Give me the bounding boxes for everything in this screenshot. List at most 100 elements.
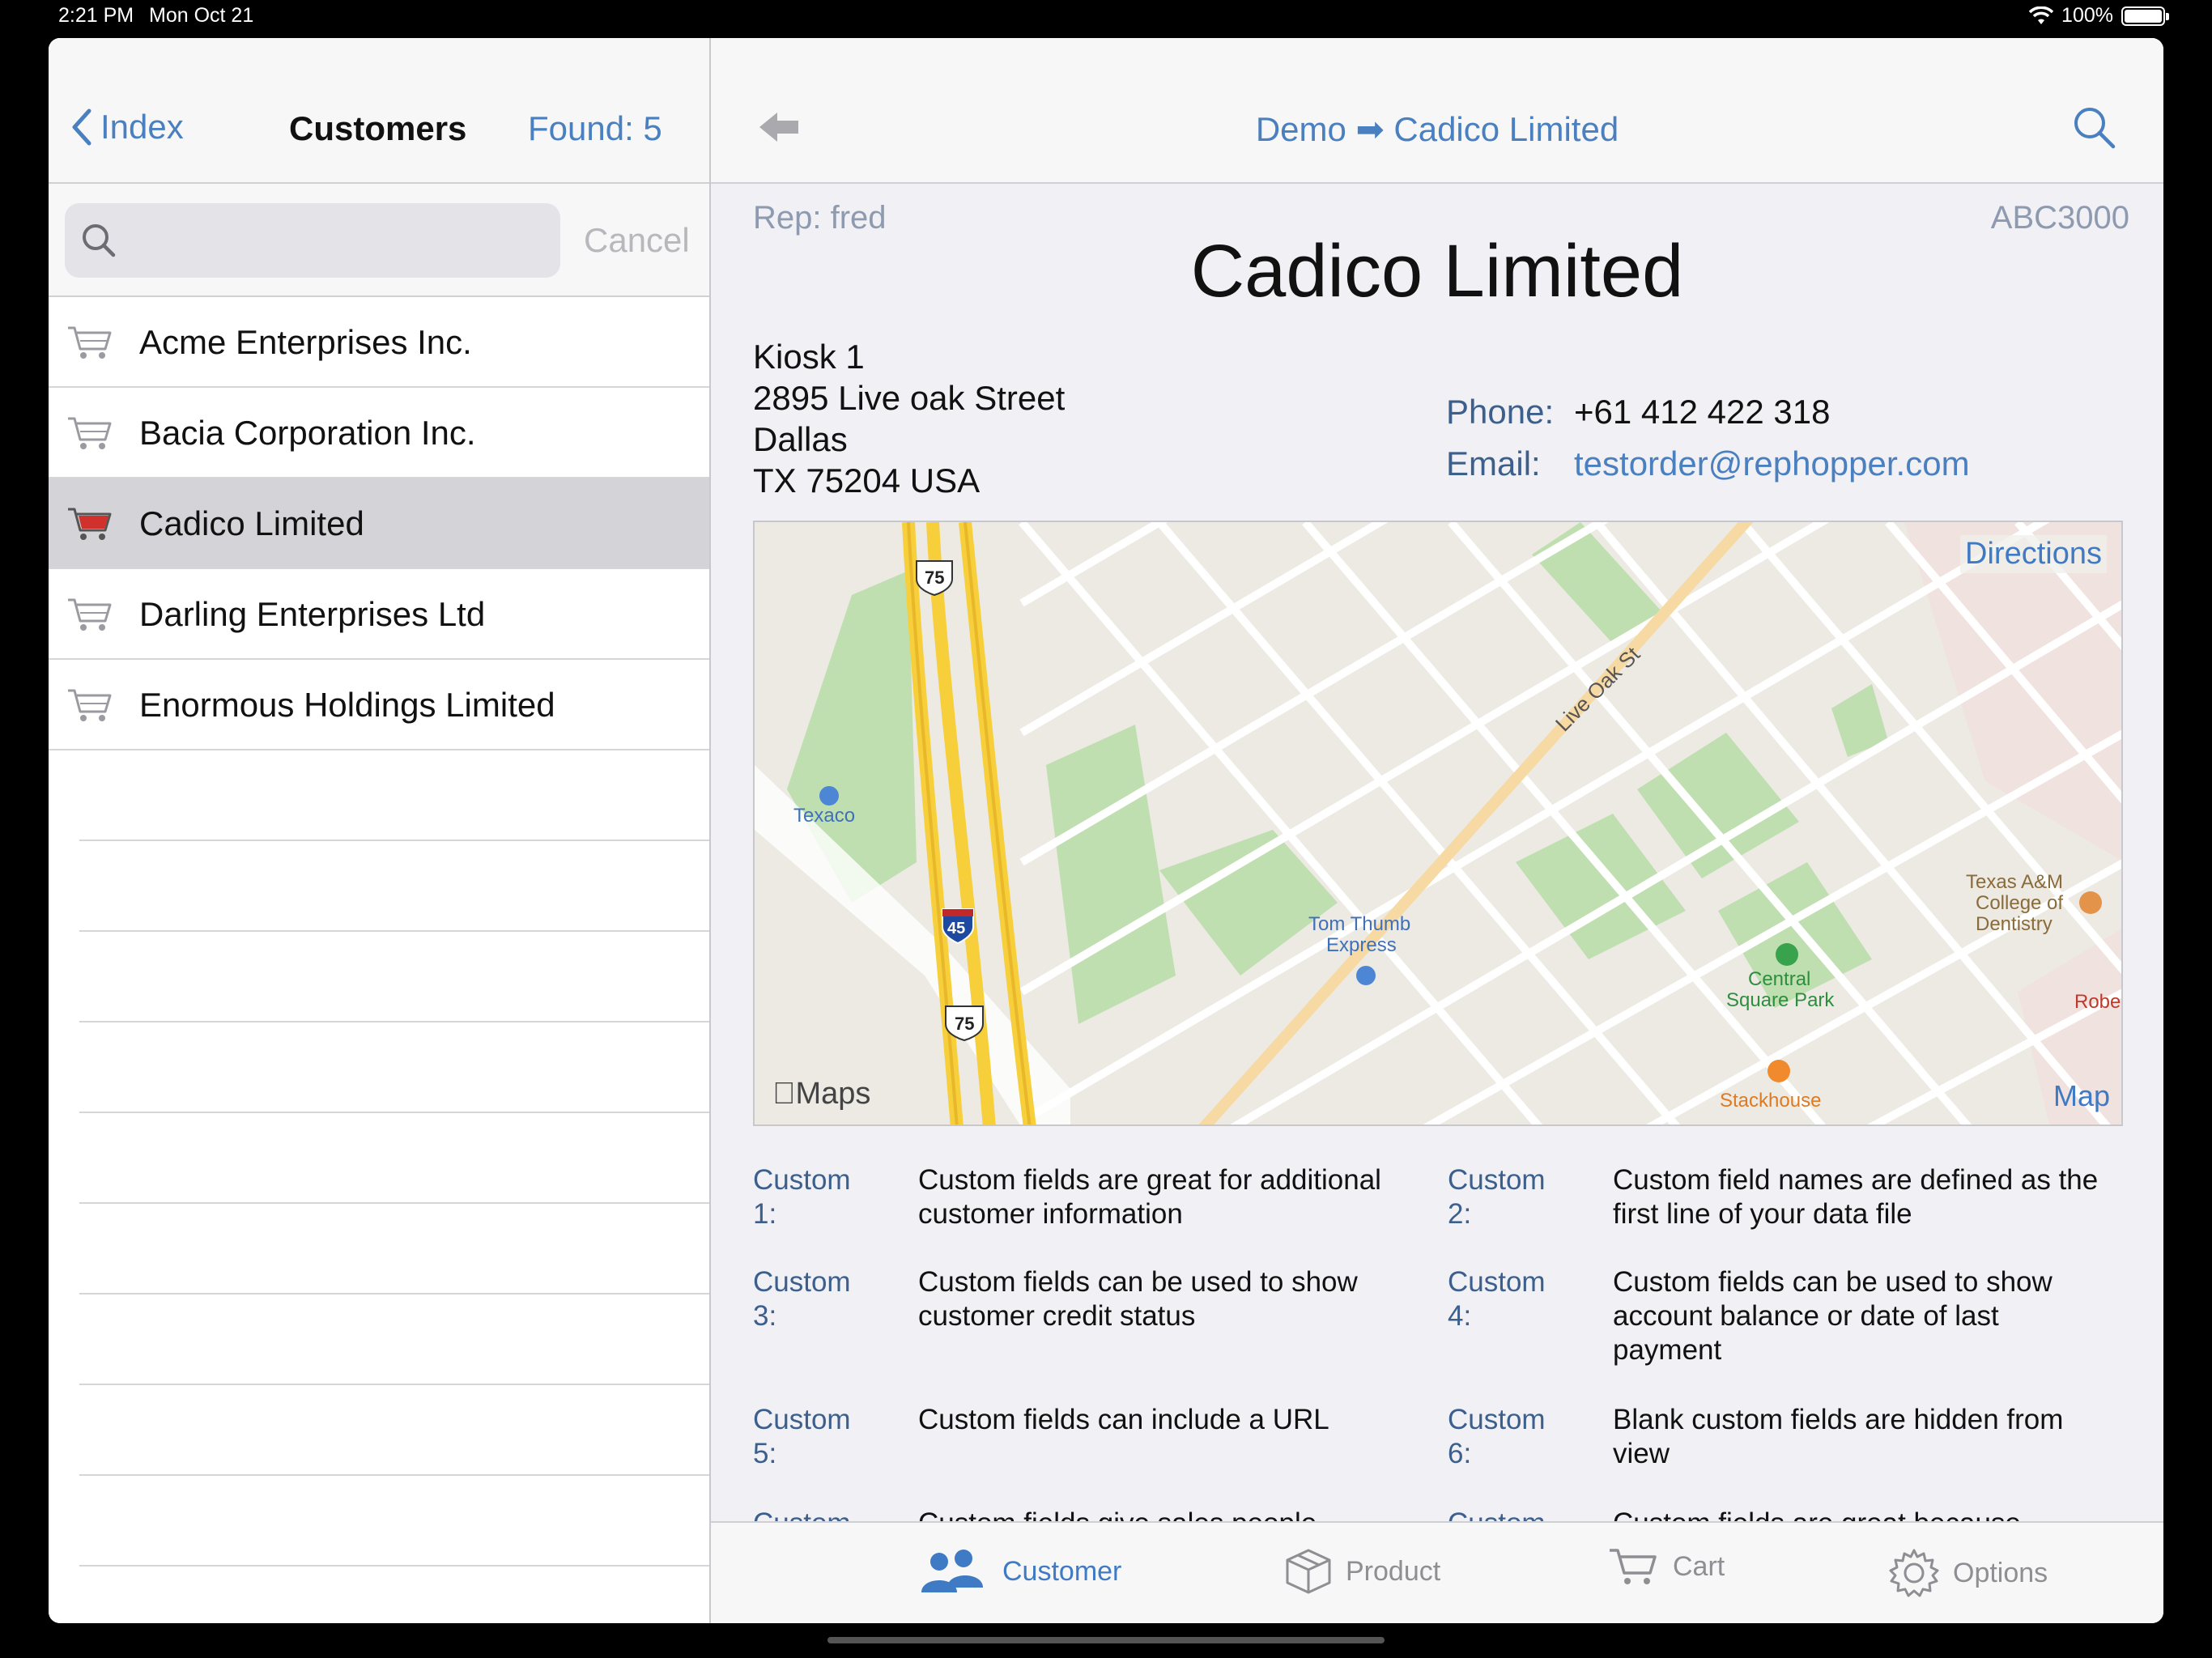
status-right: 100% bbox=[2029, 4, 2169, 28]
search-input[interactable] bbox=[65, 203, 560, 278]
empty-row bbox=[79, 1113, 709, 1204]
phone-row[interactable]: Phone: +61 412 422 318 bbox=[1446, 386, 1970, 438]
chevron-left-icon bbox=[72, 108, 91, 146]
empty-row bbox=[79, 1295, 709, 1385]
apple-logo-icon:  bbox=[772, 1077, 796, 1111]
customer-icon bbox=[921, 1550, 983, 1592]
custom-field-value: Custom fields can be used to show custom… bbox=[918, 1266, 1358, 1332]
custom-field-key: Custom 3: bbox=[753, 1266, 851, 1332]
tab-label: Options bbox=[1953, 1557, 2048, 1588]
customer-name: Darling Enterprises Ltd bbox=[139, 595, 486, 633]
status-date: Mon Oct 21 bbox=[149, 4, 254, 27]
wifi-icon bbox=[2029, 6, 2054, 24]
map-label-texaco: Texaco bbox=[793, 805, 855, 827]
gear-icon bbox=[1889, 1549, 1939, 1597]
cart-icon bbox=[1610, 1549, 1657, 1584]
tab-label: Cart bbox=[1673, 1550, 1725, 1582]
map-label-robe: Robe bbox=[2074, 991, 2121, 1013]
tab-label: Product bbox=[1346, 1555, 1441, 1587]
map-label-texas-am-1: Texas A&M bbox=[1966, 871, 2063, 893]
cart-icon bbox=[68, 417, 112, 449]
cart-icon bbox=[68, 508, 112, 540]
customer-title: Cadico Limited bbox=[1190, 230, 1684, 312]
status-bar: 2:21 PM Mon Oct 21 100% bbox=[0, 0, 2212, 36]
address-line: TX 75204 USA bbox=[753, 461, 981, 500]
map-label-stackhouse: Stackhouse bbox=[1720, 1090, 1821, 1112]
map-label-hwy-75-south: 75 bbox=[955, 1014, 974, 1034]
customer-list-panel: Index Customers Found: 5 Cancel Acme Ent… bbox=[49, 38, 711, 1623]
tab-bar: Customer Product Cart Options bbox=[711, 1521, 2163, 1623]
right-nav-bar: Demo ➡ Cadico Limited bbox=[711, 38, 2163, 184]
customer-row[interactable]: Darling Enterprises Ltd bbox=[49, 569, 709, 660]
customer-detail-panel: Demo ➡ Cadico Limited Rep: fred ABC3000 … bbox=[711, 38, 2163, 1623]
address-block: Kiosk 1 2895 Live oak Street Dallas TX 7… bbox=[753, 336, 1065, 501]
maps-logo-text: Maps bbox=[772, 1077, 871, 1111]
address-line: Kiosk 1 bbox=[753, 338, 865, 376]
search-bar: Cancel bbox=[49, 184, 709, 297]
status-time: 2:21 PM bbox=[58, 4, 134, 27]
battery-percent: 100% bbox=[2061, 4, 2113, 27]
custom-field-key: Custom 2: bbox=[1448, 1164, 1546, 1230]
product-box-icon bbox=[1286, 1549, 1331, 1594]
customer-row[interactable]: Acme Enterprises Inc. bbox=[49, 297, 709, 388]
map-label-square-park: Square Park bbox=[1726, 989, 1835, 1011]
map-label-express: Express bbox=[1326, 934, 1397, 956]
home-indicator[interactable] bbox=[827, 1637, 1385, 1643]
map-label-tom-thumb: Tom Thumb bbox=[1308, 913, 1410, 935]
custom-field-value: Custom fields can include a URL bbox=[918, 1404, 1329, 1435]
back-label: Index bbox=[100, 108, 184, 146]
empty-row bbox=[79, 1476, 709, 1567]
map-label-hwy-75: 75 bbox=[925, 568, 944, 588]
custom-fields: Custom 1: Custom fields are great for ad… bbox=[753, 1163, 2129, 1552]
address-line: Dallas bbox=[753, 420, 848, 458]
custom-field-key: Custom 6: bbox=[1448, 1404, 1546, 1469]
custom-field-key: Custom 5: bbox=[753, 1404, 851, 1469]
email-row[interactable]: Email: testorder@rephopper.com bbox=[1446, 438, 1970, 490]
cart-icon bbox=[68, 689, 112, 721]
tab-customer[interactable]: Customer bbox=[915, 1547, 1121, 1596]
empty-row bbox=[79, 1385, 709, 1476]
empty-row bbox=[79, 1567, 709, 1623]
battery-icon bbox=[2121, 6, 2169, 26]
empty-row bbox=[79, 1022, 709, 1113]
map-label-i45: 45 bbox=[947, 920, 965, 937]
map-label-texas-am-2: College of bbox=[1976, 892, 2063, 914]
custom-field-key: Custom 4: bbox=[1448, 1266, 1546, 1332]
map-label-texas-am-3: Dentistry bbox=[1976, 913, 2052, 935]
custom-field-value: Custom fields are great for additional c… bbox=[918, 1164, 1381, 1230]
page-title: Customers bbox=[289, 109, 467, 147]
email-label: Email: bbox=[1446, 444, 1541, 483]
map-graphic: Live Oak St Texaco Tom Thumb Express Cen… bbox=[755, 522, 2121, 1124]
search-icon[interactable] bbox=[2071, 104, 2116, 150]
custom-field-value: Blank custom fields are hidden from view bbox=[1613, 1404, 2064, 1469]
empty-row bbox=[79, 750, 709, 841]
phone-label: Phone: bbox=[1446, 393, 1555, 431]
tab-options[interactable]: Options bbox=[1888, 1547, 2048, 1599]
customer-row[interactable]: Enormous Holdings Limited bbox=[49, 660, 709, 750]
empty-row bbox=[79, 1204, 709, 1295]
tab-cart[interactable]: Cart bbox=[1608, 1547, 1725, 1586]
search-icon bbox=[83, 224, 116, 257]
custom-field-key: Custom 1: bbox=[753, 1164, 851, 1230]
cart-icon bbox=[68, 326, 112, 359]
customer-list: Acme Enterprises Inc. Bacia Corporation … bbox=[49, 297, 709, 1623]
address-line: 2895 Live oak Street bbox=[753, 379, 1066, 417]
custom-field-value: Custom field names are defined as the fi… bbox=[1613, 1164, 2099, 1230]
map-link[interactable]: Map bbox=[2053, 1079, 2110, 1113]
empty-row bbox=[79, 841, 709, 932]
back-button[interactable]: Index bbox=[71, 108, 184, 147]
directions-button[interactable]: Directions bbox=[1960, 535, 2107, 573]
customer-name: Cadico Limited bbox=[139, 504, 364, 542]
tab-product[interactable]: Product bbox=[1284, 1547, 1440, 1596]
custom-field-value: Custom fields can be used to show accoun… bbox=[1613, 1266, 2052, 1366]
customer-row-selected[interactable]: Cadico Limited bbox=[49, 478, 709, 569]
email-link[interactable]: testorder@rephopper.com bbox=[1574, 444, 1970, 483]
cancel-button[interactable]: Cancel bbox=[584, 221, 690, 260]
contact-block: Phone: +61 412 422 318 Email: testorder@re… bbox=[1446, 386, 1970, 490]
customer-row[interactable]: Bacia Corporation Inc. bbox=[49, 388, 709, 478]
location-map[interactable]: Live Oak St Texaco Tom Thumb Express Cen… bbox=[753, 521, 2123, 1126]
phone-value[interactable]: +61 412 422 318 bbox=[1574, 393, 1830, 431]
app-screen: Index Customers Found: 5 Cancel Acme Ent… bbox=[49, 38, 2163, 1623]
breadcrumb[interactable]: Demo ➡ Cadico Limited bbox=[711, 109, 2163, 149]
battery-level bbox=[2125, 9, 2162, 23]
